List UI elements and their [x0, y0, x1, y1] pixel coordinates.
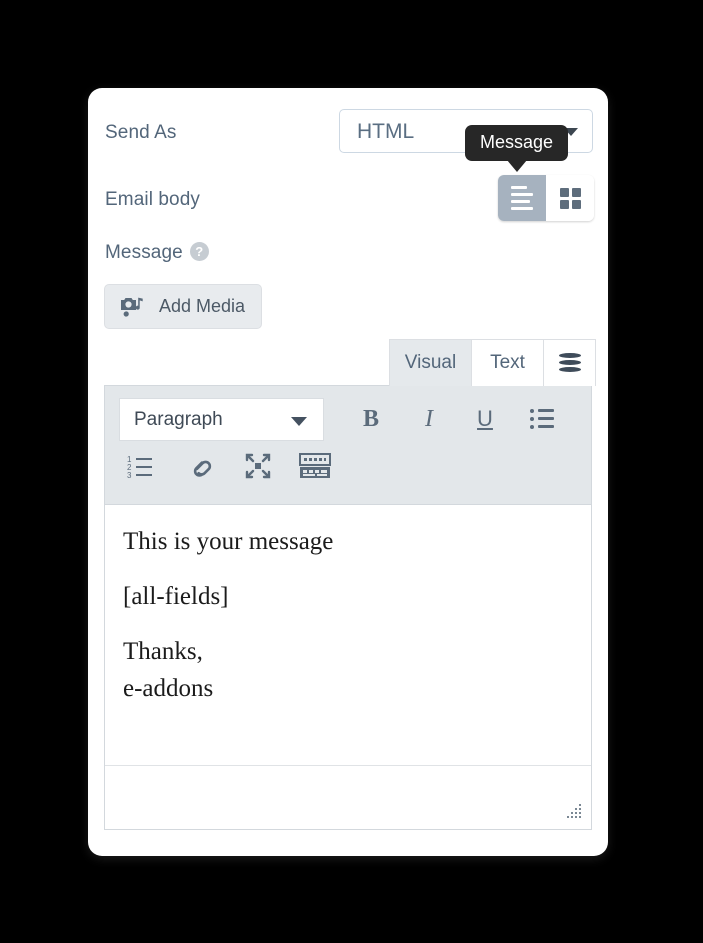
tooltip: Message [465, 125, 569, 172]
italic-button[interactable]: I [412, 400, 446, 438]
list-number-2: 2 [127, 463, 132, 472]
tab-database[interactable] [544, 339, 596, 386]
email-settings-card: Send As HTML Email body Message Message? [88, 88, 608, 856]
tab-visual-label: Visual [404, 352, 457, 373]
message-line-2: [all-fields] [123, 583, 229, 610]
send-as-label: Send As [105, 122, 177, 143]
tooltip-label: Message [480, 132, 554, 152]
editor-content-area[interactable]: This is your message [all-fields] Thanks… [105, 505, 591, 766]
expand-icon [245, 453, 271, 479]
email-body-label: Email body [105, 189, 200, 210]
message-line-1: This is your message [123, 528, 334, 555]
editor-statusbar [105, 766, 591, 828]
text-lines-icon [511, 186, 533, 210]
database-icon [558, 353, 581, 373]
message-line-3: Thanks, [123, 638, 203, 665]
add-media-button[interactable]: Add Media [104, 284, 263, 329]
link-icon [193, 460, 212, 477]
camera-music-icon [121, 297, 143, 317]
numbered-list-button[interactable]: 1 2 3 [123, 449, 157, 483]
resize-grip-icon[interactable] [567, 804, 583, 820]
message-mode-button[interactable] [498, 175, 546, 221]
email-body-mode-toggle [498, 175, 594, 221]
tab-visual[interactable]: Visual [389, 339, 472, 386]
italic-glyph: I [425, 405, 433, 432]
question-mark-icon[interactable]: ? [189, 242, 209, 261]
grid-icon [559, 187, 581, 209]
tab-text[interactable]: Text [472, 339, 544, 386]
underline-button[interactable]: U [468, 400, 502, 438]
tooltip-arrow-icon [506, 160, 527, 172]
numbered-list-icon: 1 2 3 [127, 455, 153, 480]
list-number-3: 3 [127, 471, 132, 480]
editor-tabs: Visual Text [389, 339, 596, 386]
format-select[interactable]: Paragraph [119, 398, 324, 441]
tab-text-label: Text [490, 352, 525, 373]
keyboard-icon [299, 453, 331, 478]
message-label-text: Message [105, 242, 183, 263]
send-as-value: HTML [357, 120, 415, 143]
insert-link-button[interactable] [183, 448, 217, 484]
underline-glyph: U [477, 406, 493, 431]
bold-button[interactable]: B [354, 400, 388, 438]
editor-toolbar: Paragraph B I U 1 2 3 [105, 386, 591, 505]
keyboard-shortcuts-button[interactable] [297, 450, 333, 482]
fullscreen-button[interactable] [241, 448, 275, 484]
format-select-value: Paragraph [134, 409, 223, 430]
message-line-4: e-addons [123, 675, 214, 702]
bulleted-list-button[interactable] [525, 402, 559, 436]
add-media-label: Add Media [159, 296, 246, 316]
chevron-down-icon [291, 417, 307, 426]
list-number-1: 1 [127, 455, 132, 464]
template-mode-button[interactable] [546, 175, 594, 221]
rich-text-editor: Paragraph B I U 1 2 3 This is your messa… [104, 385, 592, 830]
message-label: Message? [105, 242, 209, 264]
bold-glyph: B [362, 405, 379, 432]
bulleted-list-icon [530, 409, 554, 429]
